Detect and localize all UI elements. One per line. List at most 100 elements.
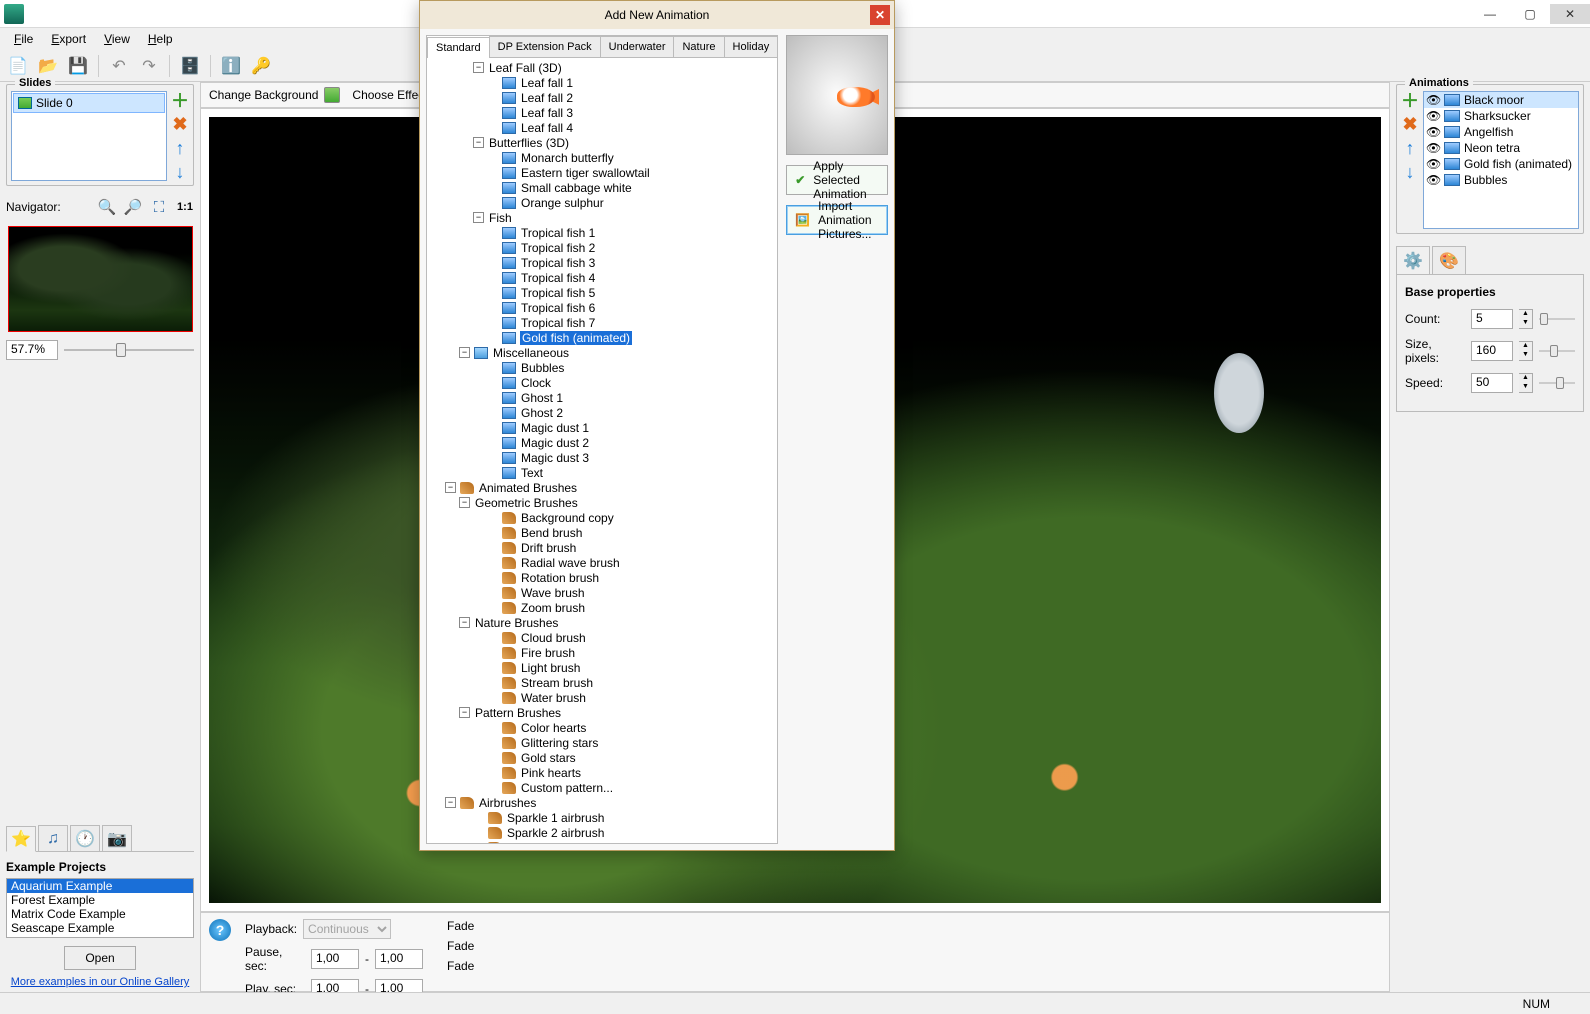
speed-input[interactable]: 50 (1471, 373, 1513, 393)
tree-node[interactable]: Magic dust 2 (427, 435, 777, 450)
close-button[interactable]: ✕ (1550, 4, 1590, 24)
navigator-thumbnail[interactable] (8, 226, 193, 332)
tree-node[interactable]: Color hearts (427, 720, 777, 735)
tree-node[interactable]: Drift brush (427, 540, 777, 555)
tree-node[interactable]: Leaf fall 3 (427, 105, 777, 120)
tree-node[interactable]: Bubbles (427, 360, 777, 375)
tree-node[interactable]: Sparkle 2 airbrush (427, 825, 777, 840)
tree-node[interactable]: Magic dust 1 (427, 420, 777, 435)
visibility-icon[interactable]: 👁 (1426, 93, 1440, 107)
visibility-icon[interactable]: 👁 (1426, 157, 1440, 171)
tree-node[interactable]: −Pattern Brushes (427, 705, 777, 720)
help-icon[interactable]: ? (209, 919, 231, 941)
tree-node[interactable]: Monarch butterfly (427, 150, 777, 165)
change-background-label[interactable]: Change Background (209, 88, 318, 102)
example-item[interactable]: Forest Example (7, 893, 193, 907)
tree-node[interactable]: Tropical fish 2 (427, 240, 777, 255)
tree-node[interactable]: Fire brush (427, 645, 777, 660)
tree-node[interactable]: Gold stars (427, 750, 777, 765)
one-to-one-button[interactable]: 1:1 (176, 198, 194, 216)
animation-item[interactable]: 👁Sharksucker (1424, 108, 1578, 124)
tree-node[interactable]: −Miscellaneous (427, 345, 777, 360)
expand-icon[interactable]: − (473, 212, 484, 223)
tree-node[interactable]: Tropical fish 3 (427, 255, 777, 270)
count-spinner[interactable]: ▲▼ (1519, 309, 1533, 329)
tree-node[interactable]: Light brush (427, 660, 777, 675)
speed-slider[interactable] (1539, 374, 1575, 392)
open-folder-icon[interactable]: 📂 (36, 54, 60, 78)
tab-color-properties[interactable]: 🎨 (1432, 246, 1466, 274)
visibility-icon[interactable]: 👁 (1426, 125, 1440, 139)
animation-item[interactable]: 👁Black moor (1424, 92, 1578, 108)
expand-icon[interactable]: − (445, 482, 456, 493)
tree-node[interactable]: Tropical fish 6 (427, 300, 777, 315)
tree-node[interactable]: Wave brush (427, 585, 777, 600)
size-slider[interactable] (1539, 342, 1575, 360)
redo-icon[interactable]: ↷ (137, 54, 161, 78)
move-slide-up-icon[interactable]: ↑ (171, 139, 189, 157)
tree-node[interactable]: Custom pattern... (427, 780, 777, 795)
key-icon[interactable]: 🔑 (249, 54, 273, 78)
new-file-icon[interactable]: 📄 (6, 54, 30, 78)
animation-item[interactable]: 👁Bubbles (1424, 172, 1578, 188)
tree-node[interactable]: Eastern tiger swallowtail (427, 165, 777, 180)
expand-icon[interactable]: − (459, 347, 470, 358)
slides-list[interactable]: Slide 0 (11, 91, 167, 181)
save-icon[interactable]: 💾 (66, 54, 90, 78)
tab-music[interactable]: ♫ (38, 825, 68, 851)
pause-to-input[interactable]: 1,00 (375, 949, 423, 969)
tree-node[interactable]: Stream brush (427, 675, 777, 690)
example-item[interactable]: Waterfall Example (7, 935, 193, 938)
example-item[interactable]: Seascape Example (7, 921, 193, 935)
tree-node[interactable]: Magic dust 3 (427, 450, 777, 465)
tab-camera[interactable]: 📷 (102, 825, 132, 851)
tree-node[interactable]: Orange sulphur (427, 195, 777, 210)
tree-node[interactable]: Pink hearts (427, 765, 777, 780)
tree-node[interactable]: −Leaf Fall (3D) (427, 60, 777, 75)
size-spinner[interactable]: ▲▼ (1519, 341, 1533, 361)
visibility-icon[interactable]: 👁 (1426, 109, 1440, 123)
tree-node[interactable]: Tropical fish 1 (427, 225, 777, 240)
playback-mode-select[interactable]: Continuous (303, 919, 391, 939)
animations-list[interactable]: 👁Black moor👁Sharksucker👁Angelfish👁Neon t… (1423, 91, 1579, 229)
tab-favorites[interactable]: ⭐ (6, 826, 36, 852)
animation-item[interactable]: 👁Gold fish (animated) (1424, 156, 1578, 172)
tab-timer[interactable]: 🕐 (70, 825, 100, 851)
tree-node[interactable]: Tropical fish 4 (427, 270, 777, 285)
tree-node[interactable]: Rotation brush (427, 570, 777, 585)
move-animation-down-icon[interactable]: ↓ (1401, 163, 1419, 181)
tree-node[interactable]: Radial wave brush (427, 555, 777, 570)
dialog-close-button[interactable]: ✕ (870, 5, 890, 25)
apply-animation-button[interactable]: ✔ Apply Selected Animation (786, 165, 888, 195)
dialog-tab[interactable]: Standard (427, 37, 490, 58)
tree-node[interactable]: −Airbrushes (427, 795, 777, 810)
add-animation-icon[interactable]: ＋ (1401, 91, 1419, 109)
visibility-icon[interactable]: 👁 (1426, 173, 1440, 187)
tree-node[interactable]: Leaf fall 1 (427, 75, 777, 90)
add-slide-icon[interactable]: ＋ (171, 91, 189, 109)
menu-view[interactable]: View (96, 30, 138, 48)
dialog-tab[interactable]: Holiday (724, 36, 779, 57)
tree-node[interactable]: Cloud brush (427, 630, 777, 645)
tree-node[interactable]: Tropical fish 5 (427, 285, 777, 300)
zoom-out-icon[interactable]: 🔎 (124, 198, 142, 216)
delete-slide-icon[interactable]: ✖ (171, 115, 189, 133)
expand-icon[interactable]: − (459, 707, 470, 718)
import-pictures-button[interactable]: 🖼️ Import Animation Pictures... (786, 205, 888, 235)
tree-node[interactable]: Background copy (427, 510, 777, 525)
move-animation-up-icon[interactable]: ↑ (1401, 139, 1419, 157)
tree-node[interactable]: −Animated Brushes (427, 480, 777, 495)
export-icon[interactable]: 🗄️ (178, 54, 202, 78)
visibility-icon[interactable]: 👁 (1426, 141, 1440, 155)
tree-node[interactable]: −Geometric Brushes (427, 495, 777, 510)
expand-icon[interactable]: − (445, 797, 456, 808)
dialog-tab[interactable]: Nature (673, 36, 724, 57)
expand-icon[interactable]: − (473, 137, 484, 148)
tree-node[interactable]: Ghost 2 (427, 405, 777, 420)
slide-item[interactable]: Slide 0 (13, 93, 165, 113)
tree-node[interactable]: Tropical fish 7 (427, 315, 777, 330)
pause-from-input[interactable]: 1,00 (311, 949, 359, 969)
tree-node[interactable]: Bend brush (427, 525, 777, 540)
maximize-button[interactable]: ▢ (1510, 4, 1550, 24)
expand-icon[interactable]: − (459, 617, 470, 628)
